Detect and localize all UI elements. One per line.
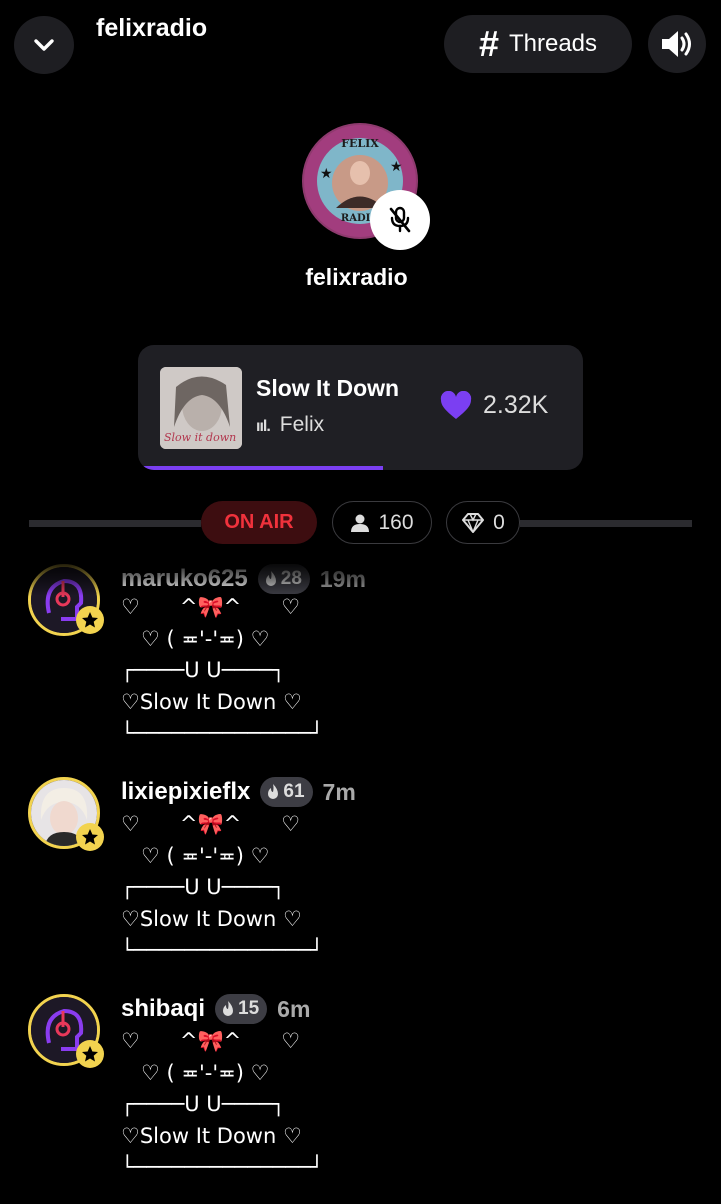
- fan-level-badge: 61: [260, 777, 313, 807]
- svg-text:★: ★: [320, 165, 333, 181]
- star-badge-icon: [76, 1040, 104, 1068]
- song-progress-bar: [138, 466, 383, 470]
- host-name: felixradio: [305, 264, 408, 290]
- person-icon: [351, 514, 370, 532]
- star-badge-icon: [76, 823, 104, 851]
- comment-text: ♡ ^🎀^ ♡ ♡ ( ≖'-'≖) ♡ ┌────U U────┐ ♡Slow…: [121, 595, 324, 745]
- album-cover: Slow it down: [160, 367, 242, 449]
- comment-header: shibaqi 15 6m: [121, 994, 310, 1024]
- diamonds-pill[interactable]: 0: [446, 501, 520, 544]
- now-playing-card[interactable]: Slow it down Slow It Down ııl. Felix 2.32…: [138, 345, 583, 470]
- star-badge-icon: [76, 606, 104, 634]
- svg-text:★: ★: [390, 158, 403, 174]
- comment-text: ♡ ^🎀^ ♡ ♡ ( ≖'-'≖) ♡ ┌────U U────┐ ♡Slow…: [121, 1029, 324, 1179]
- diamond-icon: [462, 512, 485, 533]
- mic-off-icon: [389, 206, 411, 233]
- threads-label: Threads: [508, 30, 598, 57]
- comment-time: 6m: [277, 995, 311, 1022]
- listeners-pill[interactable]: 160: [332, 501, 432, 544]
- listeners-count: 160: [378, 510, 414, 534]
- artist-row: ııl. Felix: [256, 413, 324, 437]
- artist-name: Felix: [279, 413, 325, 436]
- on-air-badge: ON AIR: [201, 501, 317, 544]
- comment-header: lixiepixieflx 61 7m: [121, 777, 356, 807]
- comment-text: ♡ ^🎀^ ♡ ♡ ( ≖'-'≖) ♡ ┌────U U────┐ ♡Slow…: [121, 812, 324, 962]
- diamonds-count: 0: [493, 510, 505, 534]
- svg-text:Slow it down: Slow it down: [164, 431, 236, 444]
- divider-left: [29, 520, 201, 527]
- flame-icon: [223, 1001, 234, 1016]
- divider-right: [520, 520, 692, 527]
- song-title: Slow It Down: [256, 375, 400, 401]
- comment-time: 7m: [322, 778, 356, 805]
- username[interactable]: lixiepixieflx: [121, 778, 250, 806]
- username[interactable]: shibaqi: [121, 995, 205, 1023]
- page-title: felixradio: [96, 14, 208, 42]
- collapse-button[interactable]: [14, 16, 74, 74]
- scroll-fade-overlay: [0, 558, 721, 596]
- threads-button[interactable]: # Threads: [444, 15, 632, 73]
- comment-item: shibaqi 15 6m ♡ ^🎀^ ♡ ♡ ( ≖'-'≖) ♡ ┌────…: [0, 994, 721, 1204]
- hashtag-icon: #: [478, 23, 499, 64]
- equalizer-icon: ııl.: [256, 418, 271, 435]
- volume-button[interactable]: [648, 15, 706, 73]
- likes-count: 2.32K: [483, 391, 549, 419]
- comment-item: lixiepixieflx 61 7m ♡ ^🎀^ ♡ ♡ ( ≖'-'≖) ♡…: [0, 777, 721, 987]
- chevron-down-icon: [34, 39, 54, 51]
- heart-icon[interactable]: [440, 390, 472, 426]
- speaker-icon: [662, 31, 691, 57]
- svg-text:FELIX: FELIX: [341, 137, 379, 150]
- fan-level-badge: 15: [215, 994, 268, 1024]
- mic-muted-badge: [370, 190, 430, 250]
- flame-icon: [268, 784, 279, 799]
